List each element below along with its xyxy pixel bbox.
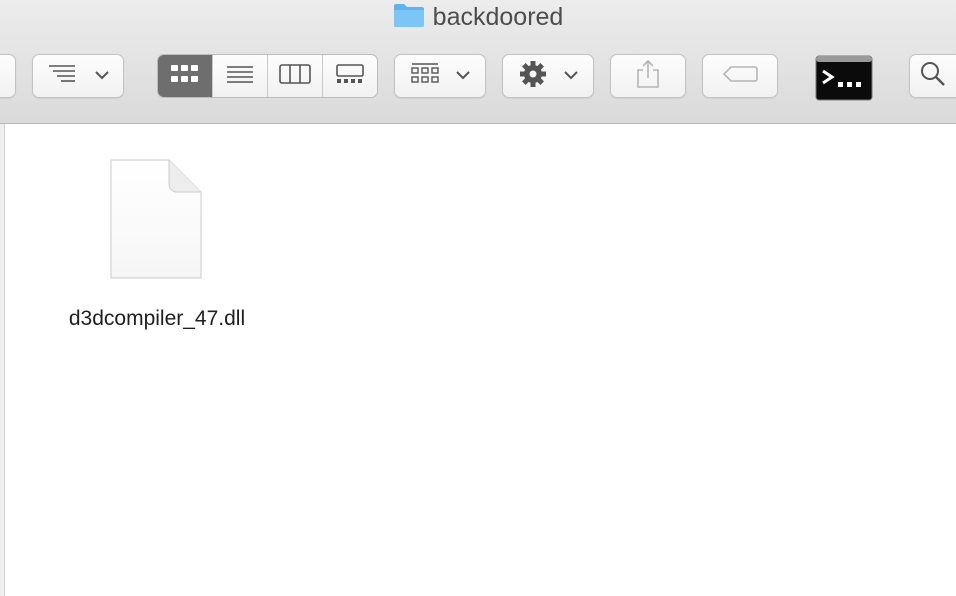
terminal-button[interactable] <box>815 55 873 101</box>
file-item[interactable]: d3dcompiler_47.dll <box>48 158 266 334</box>
arrange-list-button[interactable] <box>32 54 124 98</box>
share-button[interactable] <box>610 54 686 98</box>
chevron-down-icon <box>564 67 578 85</box>
tag-button[interactable] <box>702 54 778 98</box>
share-icon <box>635 59 661 94</box>
gear-icon <box>518 59 548 94</box>
file-browser-area[interactable]: d3dcompiler_47.dll <box>0 124 956 596</box>
sidebar-toggle-button[interactable] <box>0 54 16 98</box>
list-indent-icon <box>47 63 79 90</box>
view-segmented-control <box>157 54 378 98</box>
group-grid-icon <box>410 62 440 91</box>
sidebar-edge <box>0 124 5 596</box>
view-gallery-button[interactable] <box>322 55 377 97</box>
columns-icon <box>279 63 311 90</box>
grid-icon <box>170 63 200 90</box>
folder-icon <box>393 2 425 33</box>
view-columns-button[interactable] <box>267 55 322 97</box>
file-name: d3dcompiler_47.dll <box>68 307 246 330</box>
chevron-down-icon <box>95 67 109 85</box>
chevron-down-icon <box>456 67 470 85</box>
finder-toolbar: backdoored <box>0 0 956 124</box>
window-title: backdoored <box>0 2 956 32</box>
view-list-button[interactable] <box>212 55 267 97</box>
list-icon <box>225 63 255 90</box>
group-button[interactable] <box>394 54 486 98</box>
gallery-icon <box>335 63 365 90</box>
document-icon <box>109 158 205 285</box>
window-title-text: backdoored <box>432 2 564 31</box>
terminal-icon <box>815 55 873 105</box>
view-icon-button[interactable] <box>158 55 212 97</box>
tag-icon <box>722 65 758 88</box>
action-button[interactable] <box>502 54 594 98</box>
search-button[interactable] <box>909 54 956 98</box>
search-icon <box>920 61 946 92</box>
